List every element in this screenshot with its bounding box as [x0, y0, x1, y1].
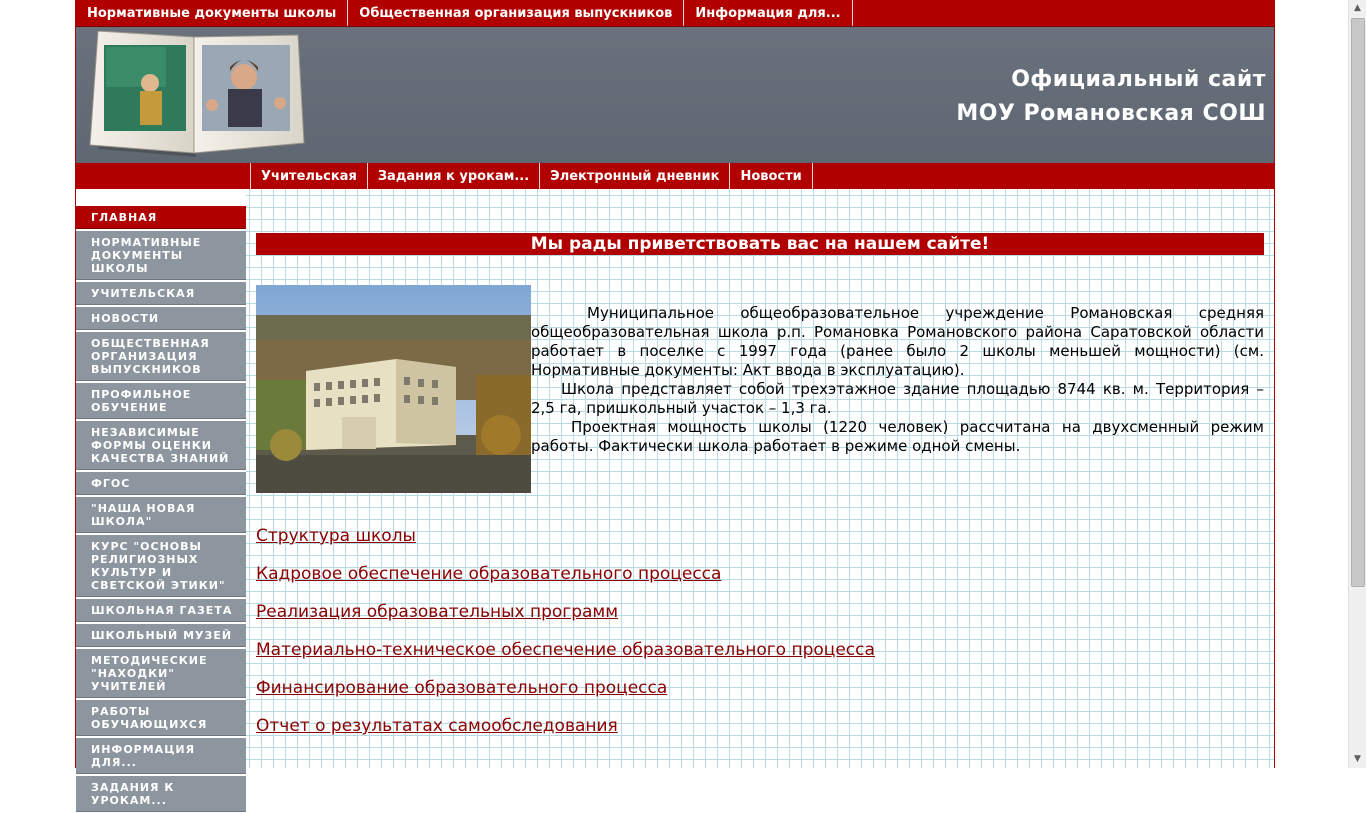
sidebar-item-knowledge-assessment[interactable]: Независимые формы оценки качества знаний: [76, 421, 246, 470]
sidebar-item-student-works[interactable]: Работы обучающихся: [76, 700, 246, 736]
top-nav-item-info-for[interactable]: Информация для...: [684, 0, 853, 26]
link-material-support[interactable]: Материально-техническое обеспечение обра…: [256, 639, 875, 661]
site-header: Официальный сайт МОУ Романовская СОШ: [76, 27, 1274, 163]
sidebar-item-alumni[interactable]: Общественная организация выпускников: [76, 332, 246, 381]
main-content: Мы рады приветствовать вас на нашем сайт…: [246, 189, 1274, 768]
sidebar-item-lesson-tasks[interactable]: Задания к урокам...: [76, 776, 246, 812]
sidebar-item-fgos[interactable]: ФГОС: [76, 472, 246, 495]
sidebar-item-religion-course[interactable]: Курс "Основы религиозных культур и светс…: [76, 535, 246, 597]
open-book-logo: [89, 31, 305, 157]
link-school-structure[interactable]: Структура школы: [256, 525, 875, 547]
site-title-line1: Официальный сайт: [1011, 67, 1266, 92]
sidebar-item-teacher-findings[interactable]: Методические "находки" учителей: [76, 649, 246, 698]
link-educational-programs[interactable]: Реализация образовательных программ: [256, 601, 875, 623]
sidebar-item-teachers-room[interactable]: Учительская: [76, 282, 246, 305]
link-staffing[interactable]: Кадровое обеспечение образовательного пр…: [256, 563, 875, 585]
sub-nav-item-news[interactable]: Новости: [729, 163, 813, 189]
page: Нормативные документы школы Общественная…: [75, 0, 1275, 812]
sub-nav-item-lesson-tasks[interactable]: Задания к урокам...: [366, 163, 539, 189]
intro-paragraph: Муниципальное общеобразовательное учрежд…: [531, 304, 1264, 379]
sub-nav-spacer: [76, 163, 250, 189]
link-self-assessment-report[interactable]: Отчет о результатах самообследования: [256, 715, 875, 737]
sub-nav: Учительская Задания к урокам... Электрон…: [76, 163, 1274, 189]
sub-nav-item-teachers-room[interactable]: Учительская: [250, 163, 367, 189]
top-nav-item-alumni[interactable]: Общественная организация выпускников: [348, 0, 685, 26]
info-links: Структура школы Кадровое обеспечение обр…: [256, 525, 875, 753]
intro-paragraph: Проектная мощность школы (1220 человек) …: [531, 418, 1264, 455]
top-nav-item-normative-docs[interactable]: Нормативные документы школы: [76, 0, 349, 26]
scroll-up-arrow-icon[interactable]: ▲: [1349, 0, 1366, 17]
sidebar-item-school-museum[interactable]: Школьный музей: [76, 624, 246, 647]
top-nav: Нормативные документы школы Общественная…: [76, 0, 1274, 27]
sidebar-item-home[interactable]: Главная: [76, 206, 246, 229]
intro-paragraph: Школа представляет собой трехэтажное зда…: [531, 380, 1264, 417]
sidebar-item-school-newspaper[interactable]: Школьная газета: [76, 599, 246, 622]
sidebar-item-new-school[interactable]: "Наша новая школа": [76, 497, 246, 533]
site-title: Официальный сайт МОУ Романовская СОШ: [956, 63, 1266, 131]
vertical-scrollbar[interactable]: ▲ ▼: [1348, 0, 1366, 768]
sidebar-menu: Главная Нормативные документы школы Учит…: [76, 206, 246, 814]
sidebar-item-profile-education[interactable]: Профильное обучение: [76, 383, 246, 419]
link-financing[interactable]: Финансирование образовательного процесса: [256, 677, 875, 699]
intro-text: Муниципальное общеобразовательное учрежд…: [531, 304, 1264, 456]
scroll-down-arrow-icon[interactable]: ▼: [1349, 751, 1366, 768]
school-building-photo: [256, 285, 531, 493]
sidebar-item-info-for[interactable]: Информация для...: [76, 738, 246, 774]
sidebar-item-news[interactable]: Новости: [76, 307, 246, 330]
scrollbar-thumb[interactable]: [1351, 18, 1365, 587]
sidebar-item-normative-docs[interactable]: Нормативные документы школы: [76, 231, 246, 280]
sub-nav-item-e-diary[interactable]: Электронный дневник: [539, 163, 729, 189]
welcome-banner: Мы рады приветствовать вас на нашем сайт…: [256, 233, 1264, 255]
site-title-line2: МОУ Романовская СОШ: [956, 101, 1266, 126]
